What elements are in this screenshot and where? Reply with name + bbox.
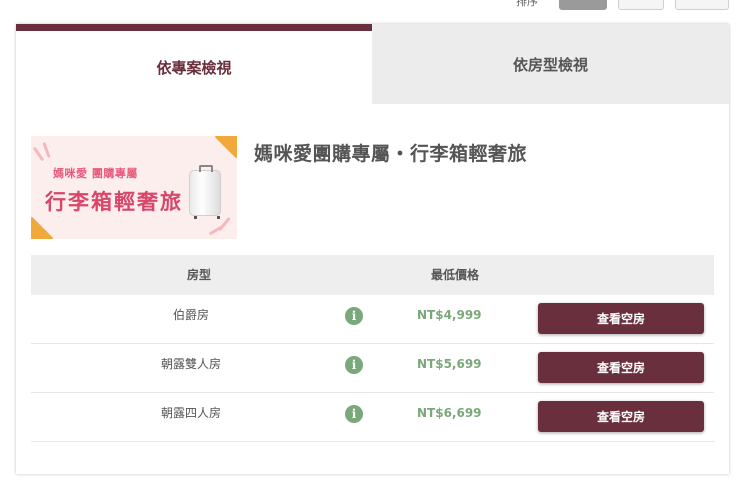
view-availability-button[interactable]: 查看空房: [538, 303, 704, 334]
sort-label: 排序: [516, 0, 538, 8]
tab-by-room-type[interactable]: 依房型檢視: [372, 24, 729, 104]
room-name: 朝露四人房: [160, 406, 221, 420]
room-table: 房型 最低價格 伯爵房 i NT$4,999 查看空房 朝露雙人房 i NT$5…: [31, 255, 714, 442]
table-row: 朝露雙人房 i NT$5,699 查看空房: [31, 344, 714, 393]
package-card: 依專案檢視 依房型檢視 媽咪愛 團購專屬 行李箱輕奢旅 媽咪愛團購專屬・行李箱輕…: [16, 24, 729, 474]
toolbar-button-2[interactable]: [618, 0, 664, 10]
tab-by-package[interactable]: 依專案檢視: [16, 24, 372, 104]
info-icon[interactable]: i: [345, 307, 363, 325]
info-icon[interactable]: i: [345, 356, 363, 374]
package-banner-image[interactable]: 媽咪愛 團購專屬 行李箱輕奢旅: [31, 136, 237, 239]
view-availability-button[interactable]: 查看空房: [538, 401, 704, 432]
banner-headline: 行李箱輕奢旅: [45, 190, 183, 214]
banner-decoration: [32, 146, 45, 162]
banner-decoration: [31, 216, 54, 239]
toolbar-button-3[interactable]: [675, 0, 729, 10]
table-row: 朝露四人房 i NT$6,699 查看空房: [31, 393, 714, 442]
suitcase-icon: [189, 165, 221, 219]
toolbar-button-1[interactable]: [559, 0, 607, 10]
banner-decoration: [42, 141, 51, 159]
banner-decoration: [208, 224, 225, 236]
room-name: 朝露雙人房: [160, 357, 221, 371]
banner-brand-text: 媽咪愛 團購專屬: [53, 167, 138, 180]
room-price: NT$5,699: [417, 357, 482, 371]
header-room-type: 房型: [187, 268, 212, 282]
room-price: NT$6,699: [417, 406, 482, 420]
top-toolbar: 排序: [0, 0, 744, 10]
table-row: 伯爵房 i NT$4,999 查看空房: [31, 295, 714, 344]
info-icon[interactable]: i: [345, 405, 363, 423]
banner-decoration: [214, 136, 237, 159]
header-lowest-price: 最低價格: [431, 268, 480, 282]
room-name: 伯爵房: [172, 308, 209, 322]
view-tabs: 依專案檢視 依房型檢視: [16, 24, 729, 104]
package-title: 媽咪愛團購專屬・行李箱輕奢旅: [254, 143, 528, 165]
room-table-header: 房型 最低價格: [31, 255, 714, 295]
view-availability-button[interactable]: 查看空房: [538, 352, 704, 383]
room-price: NT$4,999: [417, 308, 482, 322]
